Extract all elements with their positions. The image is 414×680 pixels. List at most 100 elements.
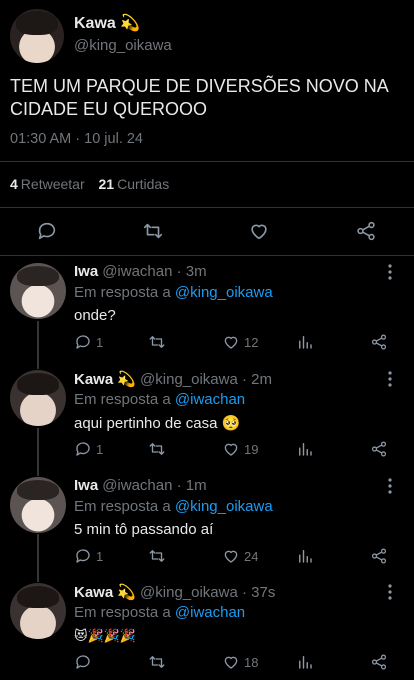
handle-time: @iwachan · 3m bbox=[102, 263, 207, 280]
reply-text: aqui pertinho de casa 🥺 bbox=[74, 414, 240, 432]
mention-link[interactable]: @iwachan bbox=[175, 604, 245, 621]
reply-count: 1 bbox=[96, 548, 104, 564]
like-count: 12 bbox=[244, 334, 259, 350]
author-name[interactable]: Iwa bbox=[74, 263, 98, 280]
reply-context: Em resposta a @king_oikawa bbox=[74, 498, 273, 515]
author-name[interactable]: Kawa bbox=[74, 371, 113, 388]
retweet-icon bbox=[149, 550, 165, 562]
likes-stat[interactable]: 21 Curtidas bbox=[99, 176, 170, 192]
more-vertical-icon[interactable] bbox=[380, 369, 400, 389]
like-action[interactable]: 24 bbox=[222, 545, 258, 567]
retweet-icon[interactable] bbox=[142, 220, 164, 242]
retweets-stat[interactable]: 4 Retweetar bbox=[10, 176, 85, 192]
handle-time: @king_oikawa · 2m bbox=[140, 371, 272, 388]
retweet-icon bbox=[149, 336, 165, 348]
retweet-icon bbox=[149, 656, 165, 668]
reply-action[interactable]: 1 bbox=[74, 438, 103, 460]
more-vertical-icon[interactable] bbox=[380, 476, 400, 496]
reply-action[interactable]: 1 bbox=[74, 331, 103, 353]
heart-icon[interactable] bbox=[248, 220, 270, 242]
handle-time: @king_oikawa · 37s bbox=[140, 584, 276, 601]
divider bbox=[0, 161, 414, 162]
reply-prefix: Em resposta a bbox=[74, 284, 171, 301]
reply-icon bbox=[76, 335, 90, 349]
reply-prefix: Em resposta a bbox=[74, 498, 171, 515]
sparkle-emoji: 💫 bbox=[117, 584, 137, 601]
mention-link[interactable]: @king_oikawa bbox=[175, 284, 273, 301]
tweet-stats: 4 Retweetar 21 Curtidas bbox=[10, 176, 169, 192]
reply-icon bbox=[76, 442, 90, 456]
pleading-emoji: 🥺 bbox=[221, 415, 241, 432]
author-name[interactable]: Kawa 💫 bbox=[74, 13, 140, 33]
analytics-action[interactable] bbox=[296, 651, 314, 673]
reply-text-content: aqui pertinho de casa bbox=[74, 415, 218, 432]
share-icon bbox=[371, 548, 387, 564]
mention-link[interactable]: @iwachan bbox=[175, 391, 245, 408]
retweet-action[interactable] bbox=[148, 438, 166, 460]
like-action[interactable]: 19 bbox=[222, 438, 258, 460]
avatar[interactable] bbox=[10, 263, 66, 319]
share-icon bbox=[371, 441, 387, 457]
likes-count: 21 bbox=[98, 176, 115, 192]
likes-label: Curtidas bbox=[117, 176, 170, 192]
share-action[interactable] bbox=[370, 651, 388, 673]
analytics-action[interactable] bbox=[296, 438, 314, 460]
share-action[interactable] bbox=[370, 331, 388, 353]
reply-count: 1 bbox=[96, 334, 104, 350]
heart-icon bbox=[224, 550, 238, 563]
share-action[interactable] bbox=[370, 545, 388, 567]
emoji-reaction-text: 😻🎉🎉🎉 bbox=[74, 628, 137, 643]
analytics-icon bbox=[299, 550, 312, 563]
avatar[interactable] bbox=[10, 9, 64, 63]
retweets-label: Retweetar bbox=[20, 176, 85, 192]
reply-tweet[interactable]: Kawa 💫 @king_oikawa · 37s Em resposta a @… bbox=[0, 576, 414, 680]
avatar[interactable] bbox=[10, 477, 66, 533]
reply-prefix: Em resposta a bbox=[74, 604, 171, 621]
avatar[interactable] bbox=[10, 370, 66, 426]
share-action[interactable] bbox=[370, 438, 388, 460]
like-action[interactable]: 18 bbox=[222, 651, 258, 673]
tweet-text: TEM UM PARQUE DE DIVERSÕES NOVO NA CIDAD… bbox=[10, 76, 388, 119]
author-name[interactable]: Iwa bbox=[74, 477, 98, 494]
reply-icon bbox=[76, 549, 90, 563]
more-vertical-icon[interactable] bbox=[380, 262, 400, 282]
share-icon[interactable] bbox=[355, 220, 377, 242]
reply-context: Em resposta a @iwachan bbox=[74, 604, 245, 621]
reply-action-bar: 1 19 bbox=[74, 438, 404, 462]
more-vertical-icon[interactable] bbox=[380, 582, 400, 602]
heart-icon bbox=[224, 336, 238, 349]
reply-tweet[interactable]: Iwa @iwachan · 3m Em resposta a @king_oik… bbox=[0, 256, 414, 363]
reply-action-bar: 1 12 bbox=[74, 331, 404, 355]
like-count: 19 bbox=[244, 441, 259, 457]
tweet-timestamp[interactable]: 01:30 AM · 10 jul. 24 bbox=[10, 131, 143, 147]
sparkle-emoji: 💫 bbox=[117, 371, 137, 388]
reply-icon bbox=[76, 655, 90, 669]
reply-text: onde? bbox=[74, 307, 116, 324]
reply-tweet[interactable]: Iwa @iwachan · 1m Em resposta a @king_oik… bbox=[0, 470, 414, 577]
reply-action[interactable] bbox=[74, 651, 96, 673]
retweet-action[interactable] bbox=[148, 331, 166, 353]
author-name-text[interactable]: Kawa bbox=[74, 15, 116, 32]
handle-time: @iwachan · 1m bbox=[102, 477, 207, 494]
reply-action-bar: 18 bbox=[74, 651, 404, 675]
reply-text: 5 min tô passando aí bbox=[74, 521, 214, 538]
reply-icon[interactable] bbox=[36, 220, 58, 242]
author-name[interactable]: Kawa bbox=[74, 584, 113, 601]
avatar[interactable] bbox=[10, 583, 66, 639]
reply-header: Kawa 💫 @king_oikawa · 2m bbox=[74, 370, 272, 388]
like-action[interactable]: 12 bbox=[222, 331, 258, 353]
mention-link[interactable]: @king_oikawa bbox=[175, 498, 273, 515]
retweets-count: 4 bbox=[10, 176, 18, 192]
reply-tweet[interactable]: Kawa 💫 @king_oikawa · 2m Em resposta a @i… bbox=[0, 363, 414, 470]
heart-icon bbox=[224, 443, 238, 456]
heart-icon bbox=[224, 656, 238, 669]
author-handle[interactable]: @king_oikawa bbox=[74, 37, 172, 54]
retweet-action[interactable] bbox=[148, 651, 166, 673]
retweet-action[interactable] bbox=[148, 545, 166, 567]
like-count: 18 bbox=[244, 654, 259, 670]
analytics-action[interactable] bbox=[296, 545, 314, 567]
reply-action[interactable]: 1 bbox=[74, 545, 103, 567]
analytics-icon bbox=[299, 336, 312, 349]
reply-count: 1 bbox=[96, 441, 104, 457]
analytics-action[interactable] bbox=[296, 331, 314, 353]
